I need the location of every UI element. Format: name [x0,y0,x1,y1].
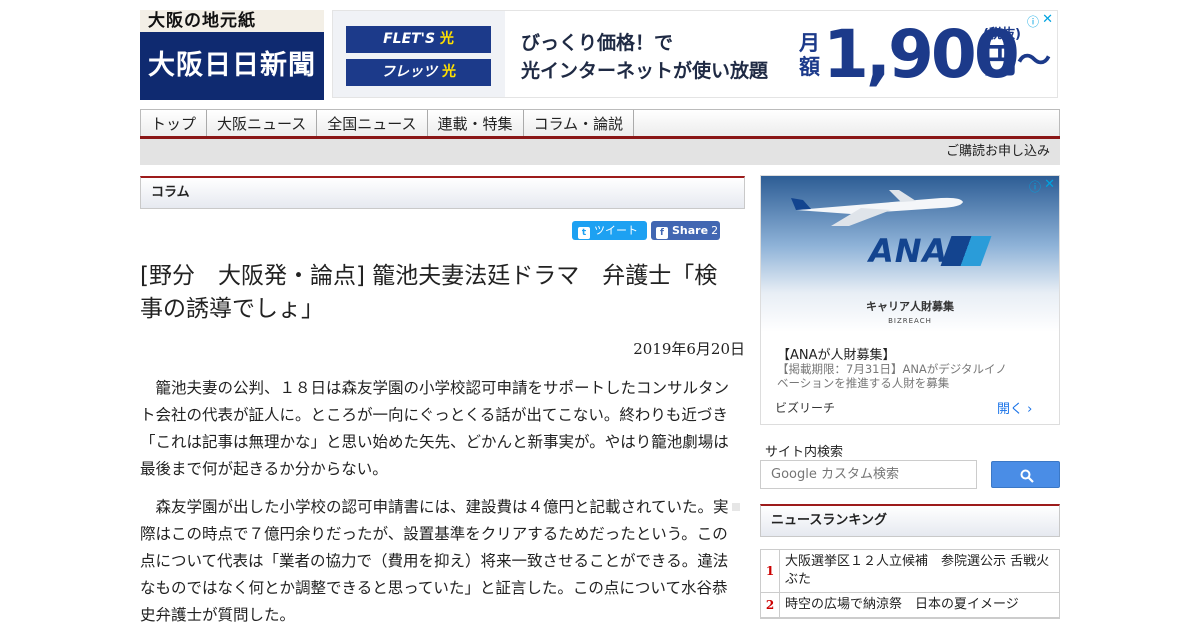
article-paragraph: 籠池夫妻の公判、１８日は森友学園の小学校認可申請をサポートしたコンサルタント会社… [140,379,730,478]
ana-subtitle: キャリア人財募集 [866,300,954,313]
nav-item-national-news[interactable]: 全国ニュース [317,110,428,137]
side-ad-info-icon[interactable]: ⓘ [1029,178,1041,195]
site-logo[interactable]: 大阪の地元紙 大阪日日新聞 [140,10,324,100]
subscribe-link[interactable]: ご購読お申し込み [946,139,1050,165]
ad-price-unit: 円〜 [983,41,1051,81]
flets-logo-en: FLET'S 光 [346,26,491,53]
tweet-button[interactable]: t ツイート [572,221,647,240]
ad-price-prefix: 月額 [799,31,820,79]
ranking-item[interactable]: 1 大阪選挙区１２人立候補 参院選公示 舌戦火ぶた [761,550,1059,593]
ad-info-icon[interactable]: ⓘ [1027,13,1039,30]
nav-item-column[interactable]: コラム・論説 [524,110,635,137]
ranking-link[interactable]: 大阪選挙区１２人立候補 参院選公示 舌戦火ぶた [780,550,1059,592]
ana-logo: ANA [869,232,949,270]
nav-item-osaka-news[interactable]: 大阪ニュース [207,110,318,137]
logo-tagline: 大阪の地元紙 [140,10,324,32]
search-label: サイト内検索 [765,445,844,460]
sidebar-ad[interactable]: ANA キャリア人財募集 BIZREACH 【ANAが人財募集】 【掲載期限：7… [760,175,1060,425]
ad-close-icon[interactable]: ✕ [1042,12,1053,27]
ranking-number: 2 [761,593,780,617]
ana-ad-image: ANA キャリア人財募集 BIZREACH [761,176,1059,332]
logo-name: 大阪日日新聞 [140,32,324,100]
nav-item-series[interactable]: 連載・特集 [428,110,524,137]
tweet-label: ツイート [594,224,638,237]
search-icon [1020,469,1034,483]
ad-brand-panel: FLET'S 光 フレッツ 光 [333,11,505,97]
ranking-title: ニュースランキング [771,513,887,528]
fb-share-label: Share [672,224,709,237]
top-banner-ad[interactable]: FLET'S 光 フレッツ 光 びっくり価格！で 光インターネットが使い放題 月… [332,10,1058,98]
twitter-icon: t [578,227,590,239]
placeholder-mark [732,503,740,511]
sub-bar: ご購読お申し込み [140,139,1060,165]
section-title: コラム [151,185,190,200]
ad-copy: びっくり価格！で 光インターネットが使い放題 [521,29,768,85]
article-title: [野分 大阪発・論点] 籠池夫妻法廷ドラマ 弁護士「検事の誘導でしょ」 [140,263,718,322]
article-date: 2019年6月20日 [633,340,745,358]
article-body: 籠池夫妻の公判、１８日は森友学園の小学校認可申請をサポートしたコンサルタント会社… [140,375,740,630]
section-header: コラム [140,176,745,209]
main-nav: トップ 大阪ニュース 全国ニュース 連載・特集 コラム・論説 [140,109,1060,137]
ranking-link[interactable]: 時空の広場で納涼祭 日本の夏イメージ [780,593,1024,617]
search-button[interactable] [991,461,1060,488]
side-ad-advertiser: ビズリーチ [775,401,836,415]
facebook-share-button[interactable]: f Share 2 [651,221,720,240]
side-ad-open-button[interactable]: 開く › [997,398,1032,417]
side-ad-description: 【掲載期限：7月31日】ANAがデジタルイノベーションを推進する人財を募集 [777,362,1008,390]
bizreach-brand: BIZREACH [888,317,932,325]
chevron-right-icon: › [1027,402,1033,417]
ranking-header: ニュースランキング [760,504,1060,537]
nav-item-top[interactable]: トップ [141,110,208,137]
airplane-icon [791,190,963,226]
ad-price-tax: (税抜) [983,27,1021,42]
ranking-item[interactable]: 2 時空の広場で納涼祭 日本の夏イメージ [761,593,1059,618]
ad-copy-line2: 光インターネットが使い放題 [521,60,769,82]
ranking-list: 1 大阪選挙区１２人立候補 参院選公示 舌戦火ぶた 2 時空の広場で納涼祭 日本… [760,549,1060,619]
side-ad-close-icon[interactable]: ✕ [1044,177,1055,192]
facebook-icon: f [656,227,668,239]
fb-share-count: 2 [711,224,719,237]
open-label: 開く [997,402,1024,417]
flets-logo-ja: フレッツ 光 [346,59,491,86]
ad-copy-line1: びっくり価格！で [521,32,674,54]
ranking-number: 1 [761,550,780,592]
search-input[interactable] [760,460,977,489]
article-paragraph: 森友学園が出した小学校の認可申請書には、建設費は４億円と記載されていた。実際はこ… [140,498,729,624]
side-ad-title[interactable]: 【ANAが人財募集】 [777,344,896,363]
